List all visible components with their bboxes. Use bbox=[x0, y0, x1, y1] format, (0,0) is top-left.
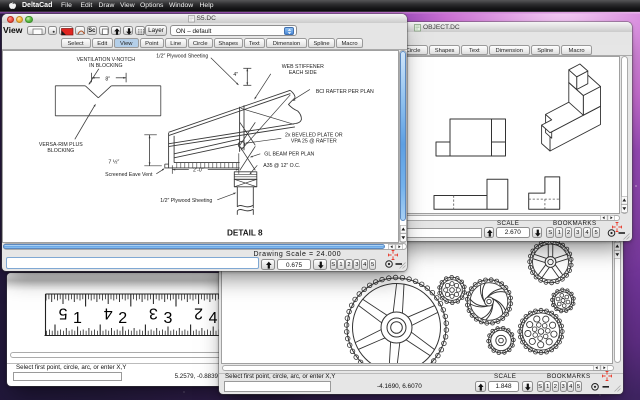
svg-text:1/2″ Plywood Sheeting: 1/2″ Plywood Sheeting bbox=[160, 197, 212, 203]
svg-text:GL BEAM PER PLAN: GL BEAM PER PLAN bbox=[264, 151, 314, 157]
svg-text:BCI RAFTER PER PLAN: BCI RAFTER PER PLAN bbox=[316, 88, 374, 94]
svg-text:2′-0″: 2′-0″ bbox=[193, 167, 204, 173]
svg-text:4: 4 bbox=[104, 304, 113, 321]
svg-text:2: 2 bbox=[194, 304, 203, 321]
svg-text:Screened Eave Vent: Screened Eave Vent bbox=[105, 171, 153, 177]
svg-text:1: 1 bbox=[73, 310, 82, 327]
svg-text:1/2″ Plywood Sheeting: 1/2″ Plywood Sheeting bbox=[156, 53, 208, 59]
svg-text:DETAIL 8: DETAIL 8 bbox=[227, 228, 263, 237]
svg-text:A35 @ 12″ O.C.: A35 @ 12″ O.C. bbox=[263, 162, 300, 168]
svg-text:5: 5 bbox=[58, 304, 67, 321]
svg-text:IN BLOCKING: IN BLOCKING bbox=[89, 62, 122, 68]
svg-text:EACH SIDE: EACH SIDE bbox=[289, 69, 318, 75]
svg-text:3: 3 bbox=[149, 304, 158, 321]
svg-text:VPA 25 @ RAFTER: VPA 25 @ RAFTER bbox=[291, 138, 337, 144]
svg-text:BLOCKING: BLOCKING bbox=[48, 147, 75, 153]
svg-text:4″: 4″ bbox=[234, 71, 239, 77]
svg-text:4: 4 bbox=[209, 310, 218, 327]
svg-text:3: 3 bbox=[163, 310, 172, 327]
svg-text:7 ½″: 7 ½″ bbox=[109, 158, 120, 165]
svg-text:2: 2 bbox=[118, 310, 127, 327]
svg-text:8″: 8″ bbox=[106, 76, 111, 82]
